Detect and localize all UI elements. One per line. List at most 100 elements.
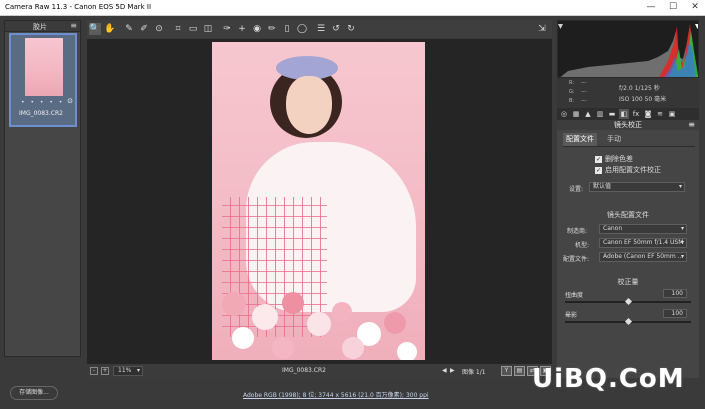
snapshots-icon[interactable]: ▣ — [667, 109, 677, 119]
iso-info: ISO 100 50 毫米 — [619, 96, 667, 103]
red-eye-icon[interactable]: + — [236, 23, 248, 35]
chevron-down-icon: ▾ — [678, 183, 682, 190]
presets-icon[interactable]: ≋ — [655, 109, 665, 119]
detail-icon[interactable]: ▲ — [583, 109, 593, 119]
thumbnail-filename: IMG_0083.CR2 — [19, 110, 63, 117]
vignette-value[interactable]: 100 — [663, 309, 687, 318]
watermark-logo: UiBQ.CoM — [532, 364, 685, 394]
adjustment-brush-icon[interactable]: ◉ — [251, 23, 263, 35]
vignette-label: 晕影 — [565, 312, 578, 319]
g-label: G: — [569, 89, 575, 95]
hsl-icon[interactable]: ▥ — [595, 109, 605, 119]
preview-status-bar: - + 11% ▾ IMG_0083.CR2 ◀ ▶ 图像 1/1 Y ▤ ⇄ ▣ — [87, 364, 552, 378]
filmstrip-menu-icon[interactable]: ≡ — [70, 21, 77, 30]
panel-tabs: ◎ ▦ ▲ ▥ ▬ ◧ fx ◙ ≋ ▣ — [557, 108, 699, 120]
panel-menu-icon[interactable]: ≡ — [688, 120, 695, 130]
tab-profile[interactable]: 配置文件 — [563, 133, 597, 146]
close-button[interactable]: ✕ — [684, 0, 705, 16]
rotate-ccw-icon[interactable]: ↺ — [330, 23, 342, 35]
graduated-filter-icon[interactable]: ✏ — [266, 23, 278, 35]
save-image-button[interactable]: 存储图像... — [10, 386, 58, 400]
spot-removal-icon[interactable]: ✑ — [221, 23, 233, 35]
remove-ca-checkbox[interactable]: ✓ 删除色差 — [595, 154, 633, 164]
tone-curve-icon[interactable]: ▦ — [571, 109, 581, 119]
filmstrip-header: 胶片 ≡ — [5, 21, 80, 32]
zoom-out-button[interactable]: - — [90, 367, 98, 375]
fullscreen-icon[interactable]: ⇲ — [536, 23, 548, 35]
model-label: 机型: — [575, 242, 590, 249]
b-value: --- — [581, 98, 587, 104]
filmstrip-panel: 胶片 ≡ • • • • • ⊙ IMG_0083.CR2 — [4, 20, 81, 357]
remove-ca-label: 删除色差 — [605, 155, 633, 163]
chevron-down-icon: ▾ — [680, 225, 684, 232]
b-label: B: — [569, 98, 575, 104]
profile-select[interactable]: Adobe (Canon EF 50mm ... ▾ — [599, 252, 687, 262]
make-select[interactable]: Canon ▾ — [599, 224, 687, 234]
tab-manual[interactable]: 手动 — [599, 133, 629, 146]
window-title: Camera Raw 11.3 - Canon EOS 5D Mark II — [5, 3, 152, 11]
model-select[interactable]: Canon EF 50mm f/1.4 USM ▾ — [599, 238, 687, 248]
g-value: --- — [581, 89, 587, 95]
distortion-slider-thumb[interactable] — [624, 297, 632, 306]
checkmark-icon: ✓ — [595, 166, 602, 174]
rating-stars[interactable]: • • • • • — [21, 99, 64, 106]
image-counter: 图像 1/1 — [462, 369, 486, 376]
lens-profile-title: 镜头配置文件 — [607, 211, 649, 219]
filmstrip-title: 胶片 — [33, 23, 47, 31]
split-toning-icon[interactable]: ▬ — [607, 109, 617, 119]
filmstrip-thumbnail[interactable]: • • • • • ⊙ IMG_0083.CR2 — [9, 33, 77, 127]
before-after-button[interactable]: Y — [501, 366, 512, 376]
make-label: 制造商: — [567, 228, 588, 235]
maximize-button[interactable]: ☐ — [662, 0, 684, 16]
rotate-cw-icon[interactable]: ↻ — [345, 23, 357, 35]
zoom-icon[interactable]: 🔍 — [89, 23, 101, 35]
vignette-slider-thumb[interactable] — [624, 317, 632, 326]
radial-filter-icon[interactable]: ▯ — [281, 23, 293, 35]
white-balance-icon[interactable]: ✎ — [123, 23, 135, 35]
zoom-in-button[interactable]: + — [101, 367, 109, 375]
distortion-value[interactable]: 100 — [663, 289, 687, 298]
camera-info: R: --- G: --- B: --- f/2.0 1/125 秒 ISO 1… — [557, 78, 699, 108]
settings-list-icon[interactable]: ☰ — [315, 23, 327, 35]
preferences-icon[interactable]: ◯ — [296, 23, 308, 35]
crop-icon[interactable]: ⌗ — [172, 23, 184, 35]
preview-photo — [212, 42, 425, 360]
r-label: R: — [569, 80, 575, 86]
straighten-icon[interactable]: ▭ — [187, 23, 199, 35]
make-value: Canon — [603, 225, 623, 232]
lens-icon[interactable]: ◧ — [619, 109, 629, 119]
distortion-label: 扭曲度 — [565, 292, 584, 299]
next-image-button[interactable]: ▶ — [450, 367, 455, 374]
shadow-clipping-icon[interactable] — [558, 24, 563, 29]
calibration-icon[interactable]: ◙ — [643, 109, 653, 119]
highlight-clipping-icon[interactable] — [695, 24, 699, 29]
lens-corrections-panel: 镜头校正 ≡ 配置文件 手动 ✓ 删除色差 ✓ 启用配置文件校正 设置: 默认值 ▾ … — [557, 120, 699, 378]
chevron-down-icon: ▾ — [136, 367, 140, 374]
profile-label: 配置文件: — [563, 256, 590, 263]
workflow-options-link[interactable]: Adobe RGB (1998); 8 位; 3744 x 5616 (21.0… — [243, 390, 429, 399]
tool-bar: 🔍 ✋ ✎ ✐ ⊙ ⌗ ▭ ◫ ✑ + ◉ ✏ ▯ ◯ ☰ ↺ ↻ ⇲ — [87, 20, 552, 38]
basic-icon[interactable]: ◎ — [559, 109, 569, 119]
chevron-down-icon: ▾ — [680, 253, 684, 260]
effects-icon[interactable]: fx — [631, 109, 641, 119]
histogram-graph — [558, 24, 699, 77]
setup-label: 设置: — [569, 186, 584, 193]
panel-title: 镜头校正 — [614, 121, 642, 129]
zoom-level-value: 11% — [118, 367, 132, 374]
photo-face — [286, 76, 332, 134]
setup-select[interactable]: 默认值 ▾ — [589, 182, 685, 192]
minimize-button[interactable]: — — [640, 0, 662, 16]
hand-icon[interactable]: ✋ — [104, 23, 116, 35]
prev-image-button[interactable]: ◀ — [442, 367, 447, 374]
amount-title: 校正量 — [617, 278, 639, 286]
enable-profile-checkbox[interactable]: ✓ 启用配置文件校正 — [595, 165, 661, 175]
targeted-adjust-icon[interactable]: ⊙ — [153, 23, 165, 35]
zoom-level-select[interactable]: 11% ▾ — [113, 366, 143, 376]
image-preview-area[interactable] — [87, 39, 552, 364]
setup-value: 默认值 — [593, 183, 612, 190]
thumbnail-image — [25, 38, 63, 96]
transform-icon[interactable]: ◫ — [202, 23, 214, 35]
preview-filename: IMG_0083.CR2 — [282, 367, 326, 374]
before-after-split-button[interactable]: ▤ — [514, 366, 525, 376]
color-sampler-icon[interactable]: ✐ — [138, 23, 150, 35]
